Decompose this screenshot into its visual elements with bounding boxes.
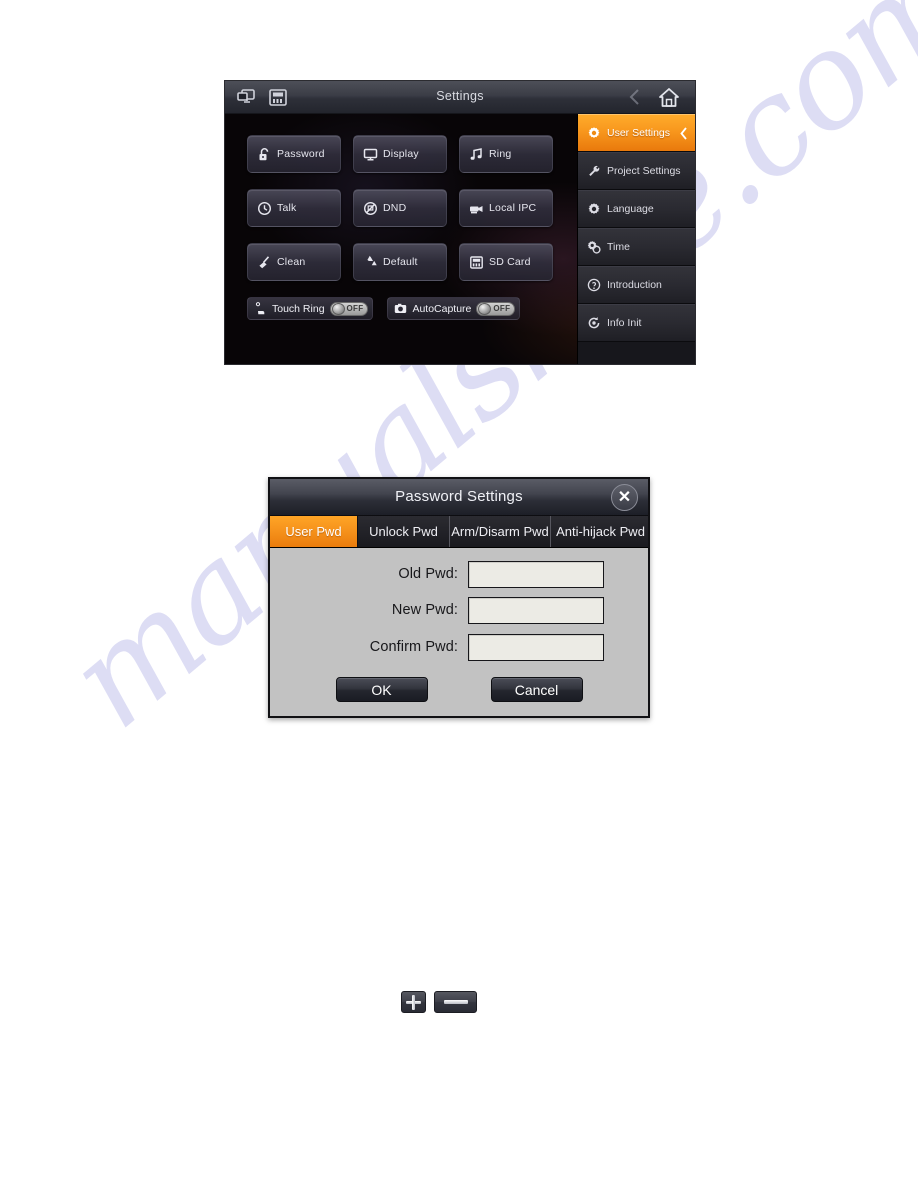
device-body: Password Display Ring Talk DND Local IPC… — [225, 114, 695, 364]
wrench-icon — [587, 164, 601, 178]
switch-knob — [478, 302, 492, 315]
tile-label: Talk — [277, 202, 297, 214]
toggle-label: Touch Ring — [272, 302, 325, 315]
tile-talk[interactable]: Talk — [247, 189, 341, 227]
sidebar-filler — [578, 342, 695, 364]
confirm-pwd-input[interactable] — [468, 633, 604, 661]
tile-label: Local IPC — [489, 202, 537, 214]
dialog-actions: OK Cancel — [270, 677, 648, 702]
form-row-new-pwd: New Pwd: — [270, 596, 648, 624]
device-settings-screenshot: Settings Password Display Ring Talk DND … — [225, 81, 695, 364]
tile-label: Default — [383, 256, 418, 268]
tile-clean[interactable]: Clean — [247, 243, 341, 281]
home-icon[interactable] — [657, 86, 681, 109]
toggle-touch-ring[interactable]: Touch Ring OFF — [247, 297, 374, 320]
sidebar-item-user-settings[interactable]: User Settings — [578, 114, 695, 152]
switch-state: OFF — [493, 304, 511, 313]
dialog-body: Old Pwd: New Pwd: Confirm Pwd: OK Cancel — [270, 548, 648, 716]
sd-card-icon — [469, 255, 484, 270]
broom-icon — [257, 255, 272, 270]
tile-sd-card[interactable]: SD Card — [459, 243, 553, 281]
sidebar-item-label: Info Init — [607, 317, 642, 329]
sidebar-item-label: Introduction — [607, 279, 662, 291]
tile-label: DND — [383, 202, 407, 214]
tile-label: SD Card — [489, 256, 531, 268]
stepper-buttons — [401, 991, 477, 1013]
device-titlebar: Settings — [225, 81, 695, 114]
minus-icon — [443, 1000, 468, 1004]
device-title: Settings — [436, 89, 484, 103]
confirm-pwd-label: Confirm Pwd: — [369, 639, 458, 655]
question-icon — [587, 278, 601, 292]
tile-password[interactable]: Password — [247, 135, 341, 173]
tab-user-pwd[interactable]: User Pwd — [270, 516, 358, 547]
page-root: manualshive.com Settings Password Displa… — [0, 0, 918, 1188]
back-chevron-icon[interactable] — [627, 88, 643, 106]
camera-icon — [469, 201, 484, 216]
tile-local-ipc[interactable]: Local IPC — [459, 189, 553, 227]
tile-label: Clean — [277, 256, 306, 268]
tile-ring[interactable]: Ring — [459, 135, 553, 173]
tab-arm-disarm-pwd[interactable]: Arm/Disarm Pwd — [450, 516, 551, 547]
clock-icon — [257, 201, 272, 216]
autocapture-switch[interactable]: OFF — [476, 301, 516, 316]
ok-button[interactable]: OK — [335, 677, 428, 702]
settings-sidebar: User Settings Project Settings Language … — [577, 114, 695, 364]
touch-hand-icon — [254, 302, 267, 315]
switch-state: OFF — [346, 304, 364, 313]
tile-label: Display — [383, 148, 419, 160]
minus-button[interactable] — [434, 991, 477, 1013]
tile-row: Clean Default SD Card — [247, 243, 554, 281]
sidebar-item-label: Language — [607, 203, 654, 215]
music-note-icon — [469, 147, 484, 162]
sidebar-item-label: Time — [607, 241, 630, 253]
close-icon[interactable]: ✕ — [611, 484, 638, 511]
tab-anti-hijack-pwd[interactable]: Anti-hijack Pwd — [551, 516, 648, 547]
settings-tile-grid: Password Display Ring Talk DND Local IPC… — [247, 135, 554, 320]
unlock-padlock-icon — [257, 147, 272, 162]
refresh-icon — [587, 316, 601, 330]
tab-unlock-pwd[interactable]: Unlock Pwd — [358, 516, 450, 547]
switch-knob — [331, 302, 345, 315]
collapse-chevron-icon[interactable] — [680, 127, 688, 140]
tile-dnd[interactable]: DND — [353, 189, 447, 227]
tile-label: Ring — [489, 148, 512, 160]
tile-row: Talk DND Local IPC — [247, 189, 554, 227]
sidebar-item-info-init[interactable]: Info Init — [578, 304, 695, 342]
sidebar-item-label: User Settings — [607, 127, 671, 139]
gear-icon — [587, 202, 601, 216]
photo-camera-icon — [394, 302, 407, 315]
password-settings-dialog: Password Settings ✕ User Pwd Unlock Pwd … — [268, 477, 650, 718]
sidebar-item-label: Project Settings — [607, 165, 681, 177]
tile-label: Password — [277, 148, 325, 160]
dialog-tabs: User Pwd Unlock Pwd Arm/Disarm Pwd Anti-… — [270, 516, 648, 548]
plus-icon-vertical — [412, 994, 415, 1010]
old-pwd-label: Old Pwd: — [398, 566, 458, 582]
form-row-confirm-pwd: Confirm Pwd: — [270, 633, 648, 661]
toggle-label: AutoCapture — [412, 302, 472, 315]
form-row-old-pwd: Old Pwd: — [270, 560, 648, 588]
old-pwd-input[interactable] — [468, 560, 604, 588]
sidebar-item-language[interactable]: Language — [578, 190, 695, 228]
dialog-title: Password Settings — [395, 488, 523, 505]
new-pwd-label: New Pwd: — [391, 602, 458, 618]
toggle-autocapture[interactable]: AutoCapture OFF — [387, 297, 521, 320]
do-not-disturb-icon — [363, 201, 378, 216]
touch-ring-switch[interactable]: OFF — [329, 301, 369, 316]
plus-button[interactable] — [401, 991, 426, 1013]
recycle-icon — [363, 255, 378, 270]
toggle-row: Touch Ring OFF AutoCapture OFF — [247, 297, 554, 320]
gears-icon — [587, 240, 601, 254]
tile-row: Password Display Ring — [247, 135, 554, 173]
tile-default[interactable]: Default — [353, 243, 447, 281]
new-pwd-input[interactable] — [468, 596, 604, 624]
dialog-titlebar: Password Settings ✕ — [270, 479, 648, 516]
tile-display[interactable]: Display — [353, 135, 447, 173]
cancel-button[interactable]: Cancel — [490, 677, 583, 702]
sidebar-item-introduction[interactable]: Introduction — [578, 266, 695, 304]
monitor-icon — [363, 147, 378, 162]
gear-icon — [587, 126, 601, 140]
sidebar-item-time[interactable]: Time — [578, 228, 695, 266]
sidebar-item-project-settings[interactable]: Project Settings — [578, 152, 695, 190]
